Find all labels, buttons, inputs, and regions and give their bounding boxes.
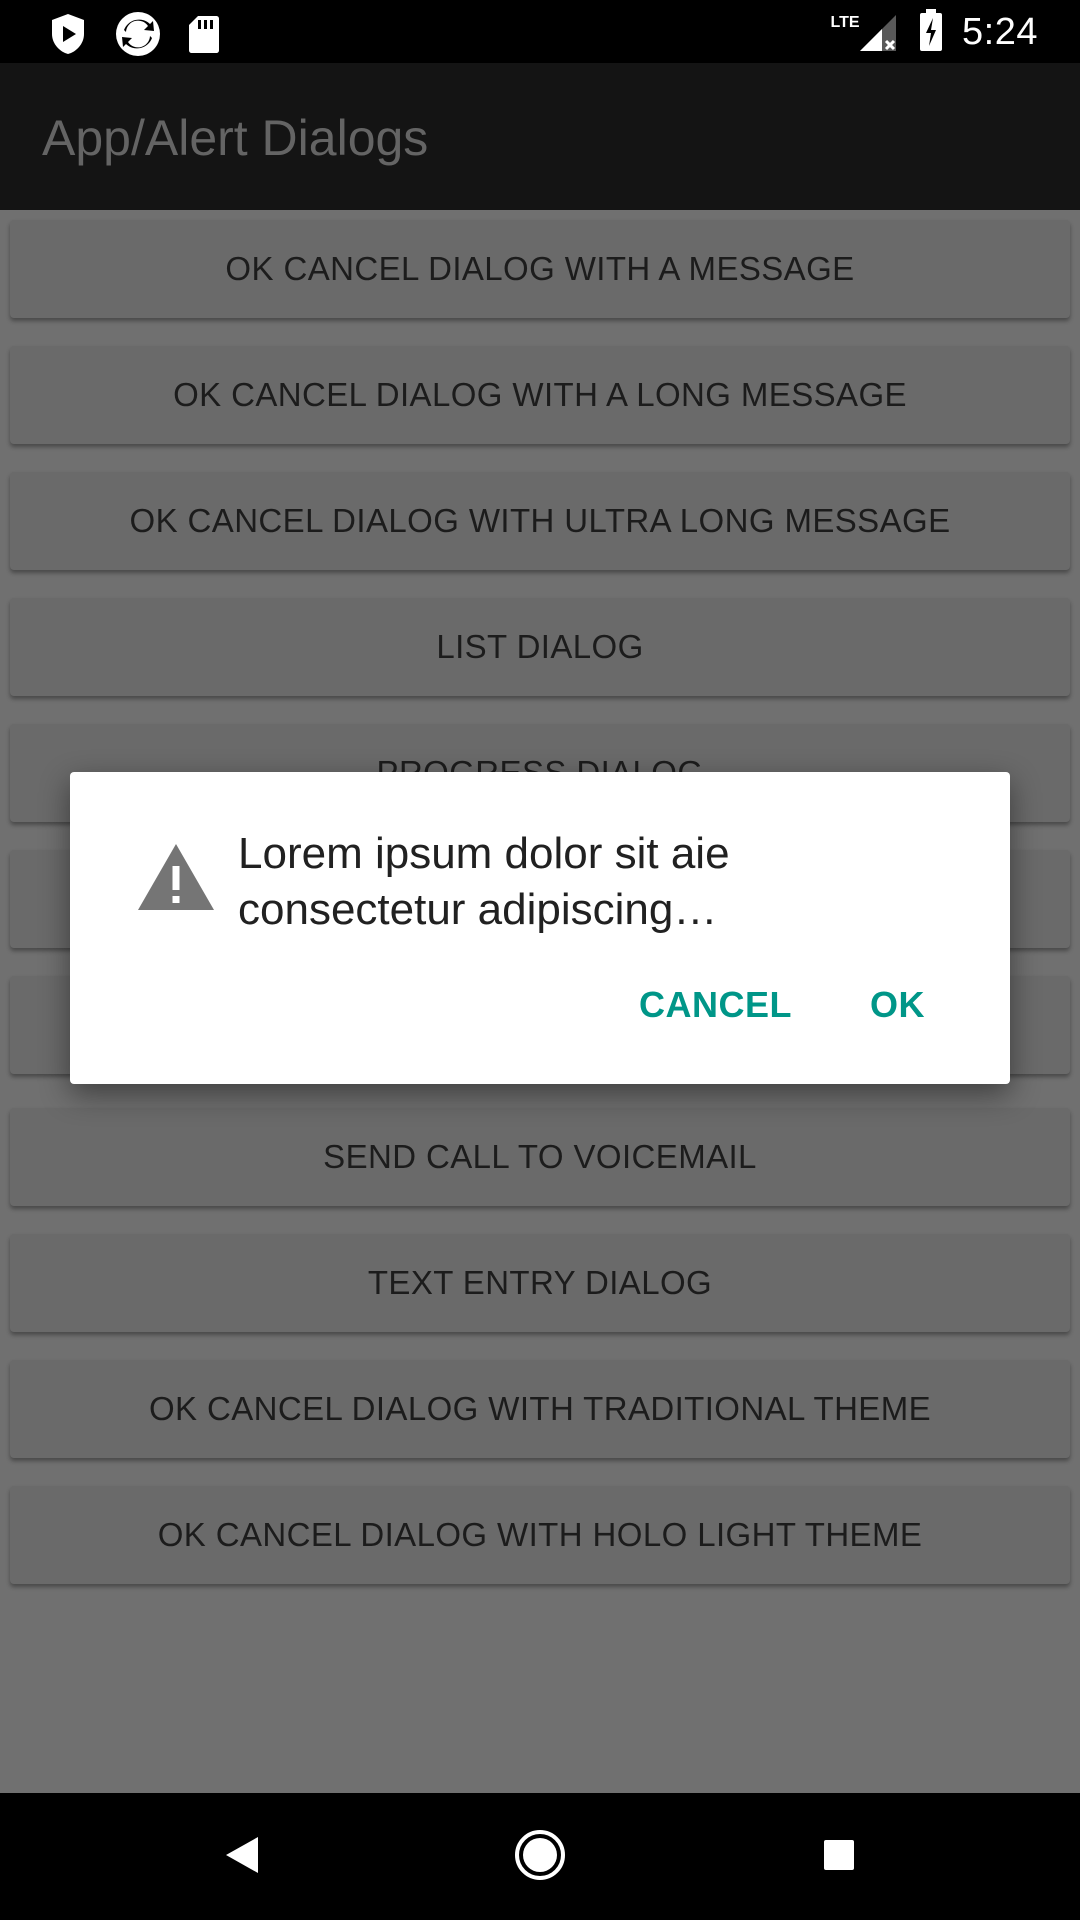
ok-button[interactable]: OK [870, 984, 925, 1026]
traditional-theme-button[interactable]: OK CANCEL DIALOG WITH TRADITIONAL THEME [10, 1360, 1070, 1458]
network-type-label: LTE [830, 13, 860, 31]
send-call-to-voicemail-button[interactable]: SEND CALL TO VOICEMAIL [10, 1108, 1070, 1206]
recents-icon[interactable] [822, 1838, 856, 1877]
dialog-title: Lorem ipsum dolor sit aie consectetur ad… [238, 829, 730, 934]
signal-icon: LTE [823, 11, 900, 55]
back-icon[interactable] [222, 1833, 262, 1882]
home-icon[interactable] [514, 1829, 566, 1886]
status-system-icons: LTE 5:24 [823, 8, 1038, 57]
clock: 5:24 [962, 11, 1038, 53]
sync-icon [114, 10, 162, 63]
holo-light-theme-button[interactable]: OK CANCEL DIALOG WITH HOLO LIGHT THEME [10, 1486, 1070, 1584]
list-dialog-button[interactable]: LIST DIALOG [10, 598, 1070, 696]
sd-card-icon [188, 14, 220, 59]
ok-cancel-message-button[interactable]: OK CANCEL DIALOG WITH A MESSAGE [10, 220, 1070, 318]
alert-dialog: Lorem ipsum dolor sit aie consectetur ad… [70, 772, 1010, 1084]
navigation-bar [0, 1793, 1080, 1920]
play-store-icon [48, 12, 88, 61]
battery-icon [918, 8, 944, 57]
warning-icon [136, 842, 216, 917]
page-title: App/Alert Dialogs [42, 110, 429, 166]
status-notification-icons [48, 10, 220, 63]
app-bar: App/Alert Dialogs [0, 63, 1080, 210]
status-bar: LTE 5:24 [0, 0, 1080, 63]
ok-cancel-ultra-long-message-button[interactable]: OK CANCEL DIALOG WITH ULTRA LONG MESSAGE [10, 472, 1070, 570]
cancel-button[interactable]: CANCEL [639, 984, 792, 1026]
ok-cancel-long-message-button[interactable]: OK CANCEL DIALOG WITH A LONG MESSAGE [10, 346, 1070, 444]
text-entry-dialog-button[interactable]: TEXT ENTRY DIALOG [10, 1234, 1070, 1332]
